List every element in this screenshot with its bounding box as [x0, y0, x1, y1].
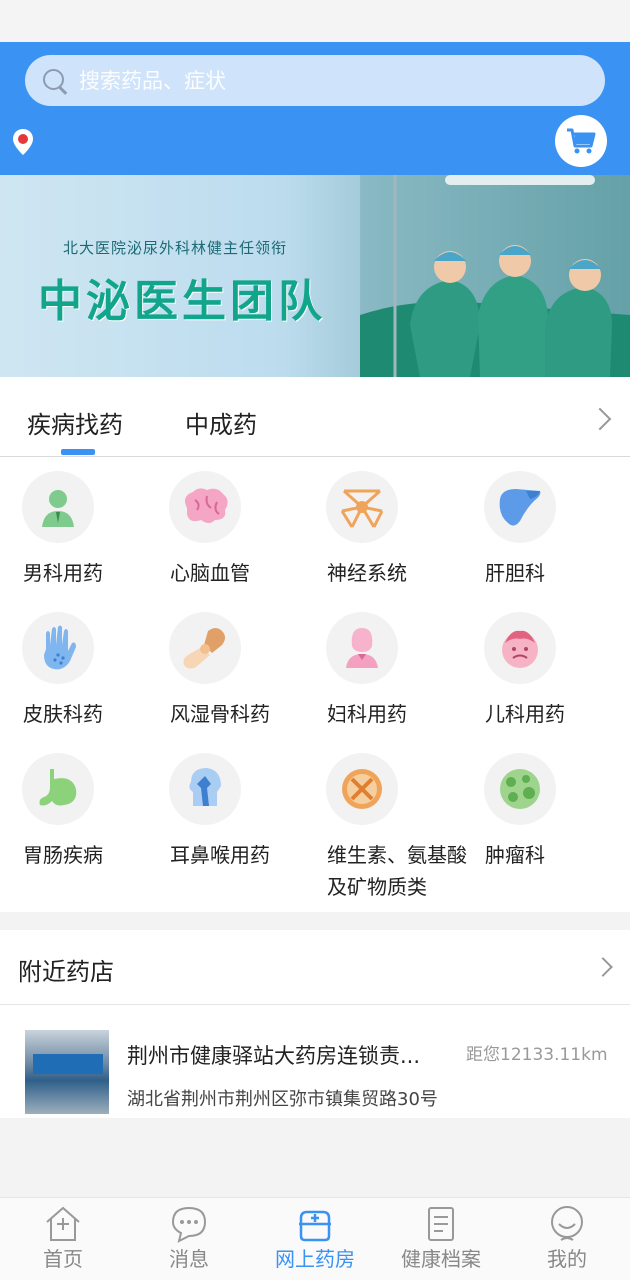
ent-head-icon	[169, 753, 241, 825]
store-photo[interactable]	[25, 1030, 109, 1114]
store-address: 湖北省荆州市荆州区弥市镇集贸路30号	[127, 1089, 438, 1110]
nav-label: 首页	[43, 1247, 83, 1271]
category-label: 肝胆科	[485, 561, 545, 585]
cart-button[interactable]	[555, 115, 607, 167]
category-label: 风湿骨科药	[170, 702, 270, 726]
hand-skin-icon	[22, 612, 94, 684]
category-label: 心脑血管	[170, 561, 250, 585]
nav-health-records[interactable]: 健康档案	[378, 1198, 504, 1280]
category-label: 胃肠疾病	[23, 843, 103, 867]
stomach-icon	[22, 753, 94, 825]
nav-label: 我的	[547, 1247, 587, 1271]
category-gastro[interactable]: 胃肠疾病	[0, 753, 150, 903]
male-figure-icon	[22, 471, 94, 543]
brain-icon	[169, 471, 241, 543]
female-figure-icon	[326, 612, 398, 684]
store-name[interactable]: 荆州市健康驿站大药房连锁责...	[127, 1040, 420, 1070]
store-sign	[33, 1054, 103, 1074]
tumor-cells-icon	[484, 753, 556, 825]
store-distance: 距您12133.11km	[466, 1045, 608, 1065]
search-icon	[41, 67, 69, 95]
promo-banner[interactable]: 北大医院泌尿外科林健主任领衔 中泌医生团队	[0, 175, 630, 377]
category-cardio[interactable]: 心脑血管	[147, 471, 297, 591]
category-rheumatism[interactable]: 风湿骨科药	[147, 612, 297, 732]
nav-label: 健康档案	[401, 1247, 481, 1271]
search-bar[interactable]	[25, 55, 605, 106]
nav-home[interactable]: 首页	[0, 1198, 126, 1280]
tab-disease[interactable]: 疾病找药	[27, 405, 123, 440]
category-neuro[interactable]: 神经系统	[304, 471, 454, 591]
profile-icon	[551, 1206, 583, 1241]
nav-label: 消息	[169, 1247, 209, 1271]
nav-profile[interactable]: 我的	[504, 1198, 630, 1280]
tab-chinese-medicine[interactable]: 中成药	[185, 405, 257, 440]
category-tabs: 疾病找药 中成药	[0, 377, 630, 457]
category-section: 疾病找药 中成药 男科用药 心脑血管 神经系统 肝胆科 皮肤科药 风湿骨科药 妇…	[0, 377, 630, 912]
search-input[interactable]	[79, 68, 559, 93]
chevron-right-icon[interactable]	[593, 957, 613, 977]
message-icon	[171, 1206, 207, 1243]
nearby-title: 附近药店	[18, 958, 114, 986]
category-label: 维生素、氨基酸及矿物质类	[327, 843, 467, 899]
category-gyne[interactable]: 妇科用药	[304, 612, 454, 732]
nearby-header[interactable]: 附近药店	[0, 930, 630, 1005]
child-face-icon	[484, 612, 556, 684]
nearby-pharmacies: 附近药店 荆州市健康驿站大药房连锁责... 距您12133.11km 湖北省荆州…	[0, 930, 630, 1118]
bone-joint-icon	[169, 612, 241, 684]
category-ent[interactable]: 耳鼻喉用药	[147, 753, 297, 903]
category-label: 儿科用药	[485, 702, 565, 726]
category-label: 神经系统	[327, 561, 407, 585]
category-oncology[interactable]: 肿瘤科	[462, 753, 612, 903]
chevron-right-icon[interactable]	[588, 407, 612, 431]
home-icon	[46, 1206, 80, 1241]
category-vitamin[interactable]: 维生素、氨基酸及矿物质类	[304, 753, 467, 903]
pharmacy-icon	[299, 1210, 331, 1242]
nav-label: 网上药房	[275, 1247, 355, 1271]
tab-indicator	[61, 449, 95, 455]
nav-messages[interactable]: 消息	[126, 1198, 252, 1280]
category-label: 妇科用药	[327, 702, 407, 726]
category-label: 耳鼻喉用药	[170, 843, 270, 867]
shopping-cart-icon	[567, 128, 596, 154]
banner-subtitle: 北大医院泌尿外科林健主任领衔	[63, 239, 288, 257]
category-label: 男科用药	[23, 561, 103, 585]
header	[0, 42, 630, 175]
liver-icon	[484, 471, 556, 543]
status-bar	[0, 0, 630, 42]
category-liver[interactable]: 肝胆科	[462, 471, 612, 591]
category-label: 皮肤科药	[23, 702, 103, 726]
banner-title: 中泌医生团队	[38, 276, 326, 327]
location-pin-icon[interactable]	[12, 128, 34, 156]
vitamin-icon	[326, 753, 398, 825]
neuron-icon	[326, 471, 398, 543]
category-male[interactable]: 男科用药	[0, 471, 150, 591]
category-skin[interactable]: 皮肤科药	[0, 612, 150, 732]
document-icon	[428, 1207, 454, 1241]
category-pediatric[interactable]: 儿科用药	[462, 612, 612, 732]
bottom-nav: 首页 消息 网上药房 健康档案 我的	[0, 1197, 630, 1280]
category-label: 肿瘤科	[485, 843, 545, 867]
nav-pharmacy[interactable]: 网上药房	[252, 1198, 378, 1280]
